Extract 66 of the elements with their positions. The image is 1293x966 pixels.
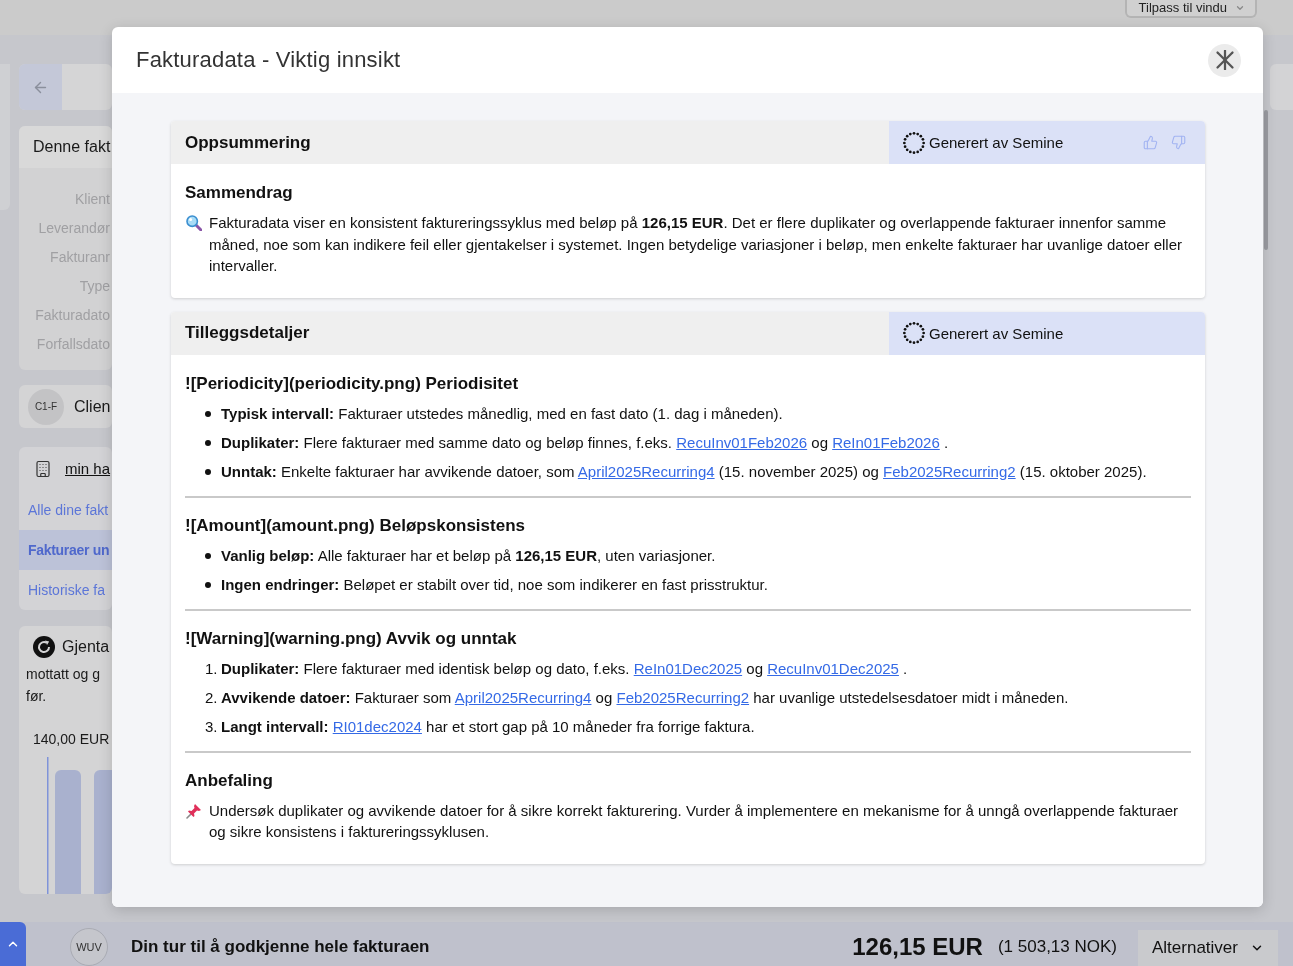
magnifier-icon [186,215,202,231]
list-number: 2. [205,687,219,708]
refresh-icon [33,636,55,658]
invoice-link[interactable]: ReIn01Feb2026 [832,433,940,451]
expand-button[interactable] [0,922,26,966]
section-heading: ![Periodicity](periodicity.png) Periodisitet [185,373,520,394]
dotted-ring-icon [903,131,925,154]
list-item-text: Unntak: Enkelte fakturaer har avvikende datoer, som April2025Recurring4 (15. november 2025) og Feb2025Recurring2 (15. oktober 2025). [221,461,1147,482]
converted-amount: (1 503,13 NOK) [997,937,1117,957]
scrollbar-thumb[interactable] [1264,110,1268,250]
list-number: 3. [205,716,219,737]
close-icon [1214,50,1235,70]
thumbs-down-icon[interactable] [1171,135,1186,150]
invoice-link[interactable]: RI01dec2024 [332,717,422,735]
back-button[interactable] [19,64,62,110]
card-title: Denne fakt [19,126,112,168]
total-amount: 126,15 EUR [852,933,983,961]
thumbs-up-icon[interactable] [1143,135,1158,150]
generated-label: Generert av Semine [929,134,1064,151]
list-item-text: Duplikater: Flere fakturaer med samme dato og beløp finnes, f.eks. RecuInv01Feb2026 og ReIn01Feb2026 . [221,432,949,453]
company-link[interactable]: min ha [65,460,111,477]
dialog-title: Fakturadata - Viktig innsikt [136,47,401,73]
list-item-text: Typisk intervall: Fakturaer utstedes månedlig, med en fast dato (1. dag i måneden). [221,403,783,424]
card-title: Gjenta [62,638,110,656]
list-item-text: Ingen endringer: Beløpet er stabilt over tid, noe som indikerer en fast prisstruktur. [221,574,768,595]
invoice-link[interactable]: RecuInv01Feb2026 [676,433,808,451]
building-icon [34,459,52,478]
bullet-icon [205,468,211,475]
dotted-ring-icon [903,322,925,344]
invoice-link[interactable]: RecuInv01Dec2025 [767,659,899,677]
nav-item[interactable]: Fakturaer un [19,530,112,570]
nav-item[interactable]: Alle dine fakt [19,490,112,530]
list-item-text: Langt intervall: RI01dec2024 har et stort gap på 10 måneder fra forrige faktura. [221,716,755,737]
close-button[interactable] [1208,43,1241,77]
avatar: WUV [70,928,108,966]
amount-label: 140,00 EUR [33,730,111,749]
section-heading: Sammendrag [185,183,294,203]
bullet-icon [205,439,211,446]
client-name: Clien [74,397,111,416]
options-button[interactable]: Alternativer [1138,930,1278,966]
section-heading: ![Warning](warning.png) Avvik og unntak [185,628,518,649]
paragraph-text: Fakturadata viser en konsistent faktureringssyklus med beløp på 126,15 EUR. Det er flere duplikater og overlappende fakturaer innenfor samme måned, noe som kan indikere feil eller gjentakelser i systemet. Ingen betydelige variasjoner i beløp, men enkelte fakturaer har uvanlige datoer eller intervaller. [209,213,1184,276]
bullet-icon [205,552,211,559]
invoice-link[interactable]: Feb2025Recurring2 [616,688,750,706]
paragraph-text: Undersøk duplikater og avvikende datoer for å sikre korrekt fakturering. Vurder å implementere en mekanisme for å unngå overlappende fakturaer og sikre konsistens i faktureringssyklusen. [209,800,1180,842]
list-item-text: Vanlig beløp: Alle fakturaer har et beløp på 126,15 EUR, uten variasjoner. [221,545,716,566]
section-title: Oppsummering [171,121,889,164]
avatar: C1-F [28,388,64,425]
list-number: 1. [205,658,219,679]
section-heading: Anbefaling [185,770,274,791]
section-heading: ![Amount](amount.png) Beløpskonsistens [185,515,526,536]
nav-item[interactable]: Historiske fa [19,570,112,610]
card-text: mottatt og g før. [25,665,101,706]
approval-message: Din tur til å godkjenne hele fakturaen [131,937,430,957]
list-item-text: Duplikater: Flere fakturaer med identisk beløp og dato, f.eks. ReIn01Dec2025 og RecuInv01Dec2025 . [221,658,908,679]
invoice-link[interactable]: ReIn01Dec2025 [633,659,743,677]
bullet-icon [205,410,211,417]
invoice-link[interactable]: Feb2025Recurring2 [883,462,1016,480]
list-item-text: Avvikende datoer: Fakturaer som April2025Recurring4 og Feb2025Recurring2 har uvanlige utstedelsesdatoer midt i måneden. [221,687,1069,708]
invoice-link[interactable]: April2025Recurring4 [454,688,592,706]
invoice-link[interactable]: April2025Recurring4 [577,462,715,480]
generated-label: Generert av Semine [929,324,1064,342]
fit-to-window-button[interactable]: Tilpass til vindu [1124,0,1257,18]
pushpin-icon [186,802,202,819]
bullet-icon [205,581,211,588]
section-title: Tilleggsdetaljer [171,311,889,355]
